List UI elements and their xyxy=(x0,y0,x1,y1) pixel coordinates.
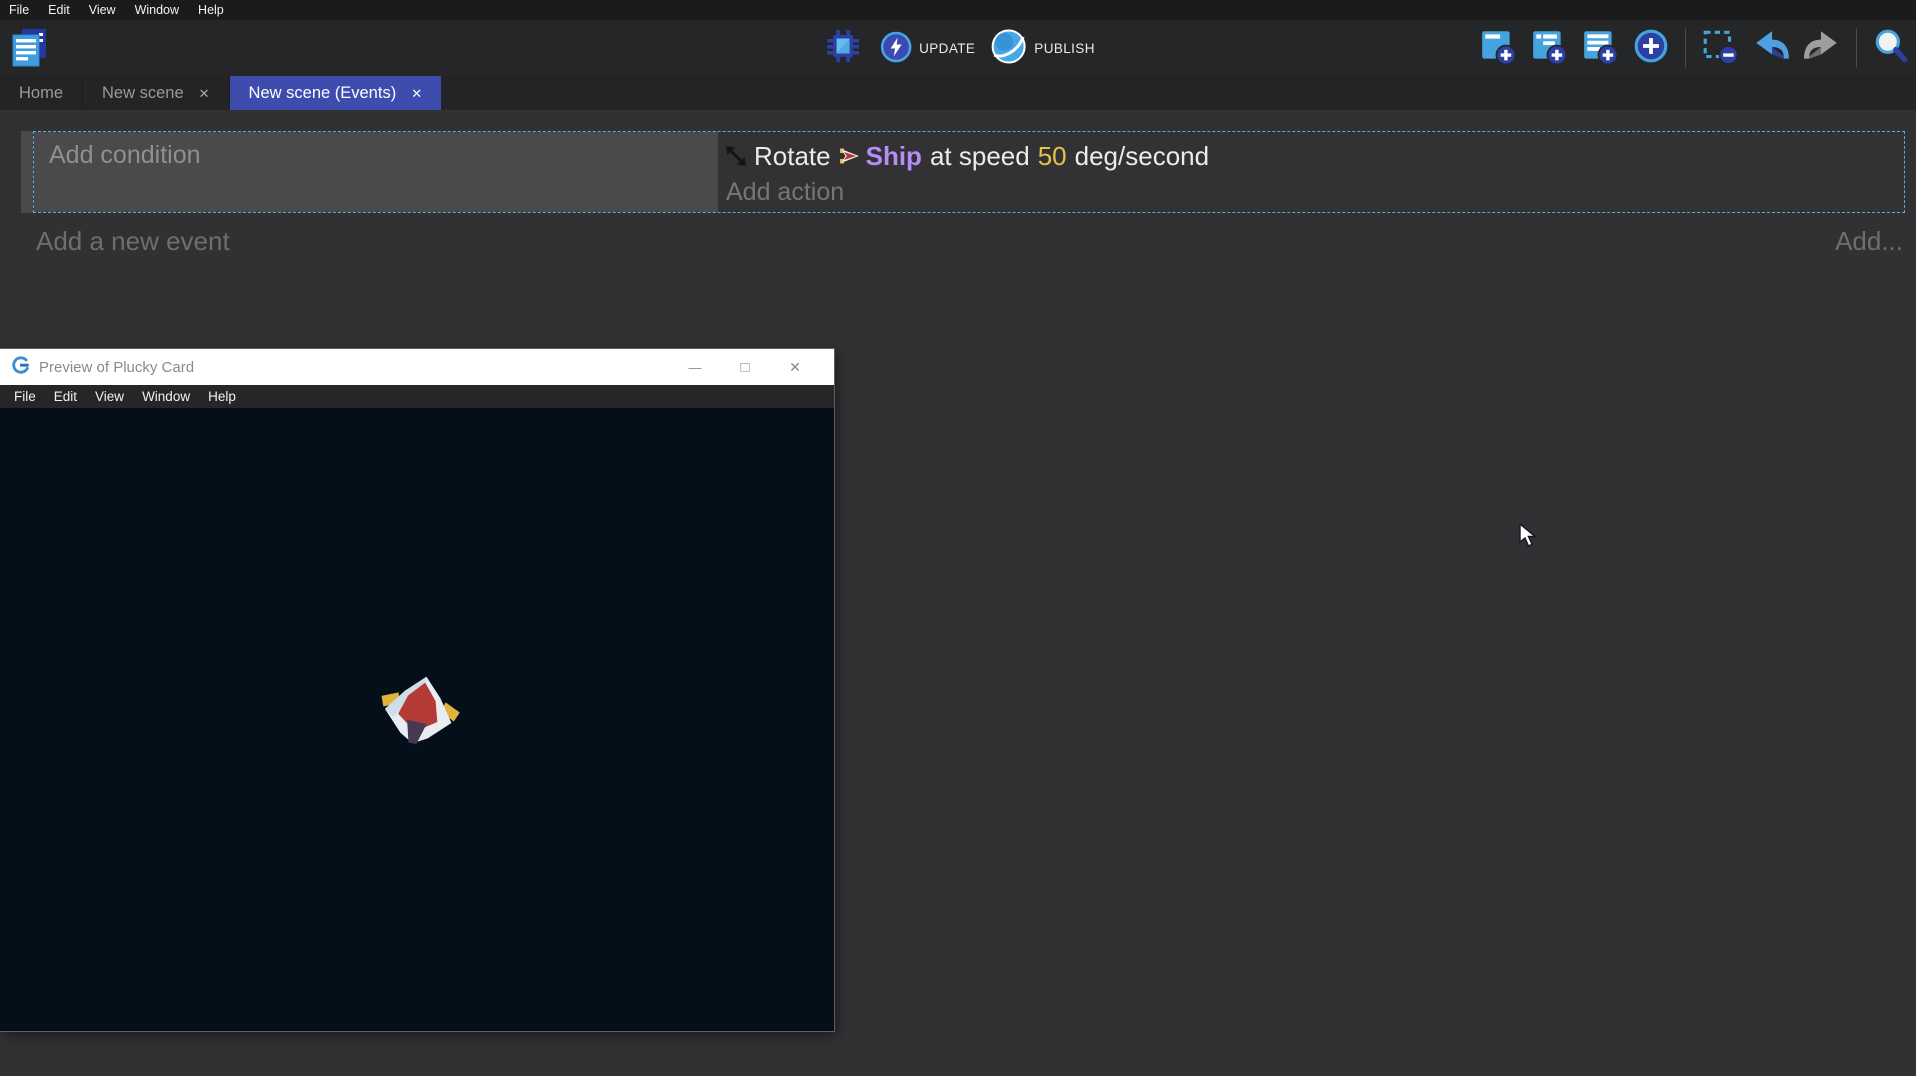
delete-selection-button[interactable] xyxy=(1698,26,1742,70)
search-events-button[interactable] xyxy=(1869,26,1913,70)
app-menubar: File Edit View Window Help xyxy=(0,0,1916,20)
maximize-button[interactable]: □ xyxy=(720,349,770,385)
toolbar-separator xyxy=(1856,28,1857,68)
publish-button[interactable]: PUBLISH xyxy=(990,28,1095,68)
action-verb: Rotate xyxy=(754,141,831,172)
window-controls: — □ ✕ xyxy=(670,349,834,385)
main-toolbar: UPDATE PUBLISH xyxy=(0,20,1916,76)
events-sheet: Add condition Rotate xyxy=(0,110,1916,1076)
undo-button[interactable] xyxy=(1749,26,1793,70)
project-manager-icon xyxy=(9,27,49,74)
toolbar-separator xyxy=(1685,28,1686,68)
add-other-event-button[interactable] xyxy=(1629,26,1673,70)
preview-menu-file[interactable]: File xyxy=(14,389,36,404)
redo-button[interactable] xyxy=(1800,26,1844,70)
game-canvas[interactable] xyxy=(0,408,834,1031)
search-icon xyxy=(1872,27,1910,70)
menu-file[interactable]: File xyxy=(9,3,29,17)
toolbar-center: UPDATE PUBLISH xyxy=(821,20,1095,76)
delete-selection-icon xyxy=(1701,27,1739,70)
preview-window: Preview of Plucky Card — □ ✕ File Edit V… xyxy=(0,349,834,1031)
action-unit: deg/second xyxy=(1075,141,1209,172)
tab-home[interactable]: Home xyxy=(0,76,83,110)
project-manager-button[interactable] xyxy=(8,27,50,71)
add-action-placeholder[interactable]: Add action xyxy=(723,178,1904,207)
close-icon[interactable]: ✕ xyxy=(411,87,422,100)
preview-menubar: File Edit View Window Help xyxy=(0,385,834,408)
tab-new-scene-events-label: New scene (Events) xyxy=(249,84,397,103)
add-circle-plus-icon xyxy=(1632,27,1670,70)
close-icon[interactable]: ✕ xyxy=(199,87,210,100)
tab-new-scene-label: New scene xyxy=(102,84,184,103)
conditions-column[interactable]: Add condition xyxy=(34,132,718,212)
ship-sprite xyxy=(373,670,465,759)
action-speed-value: 50 xyxy=(1038,141,1067,172)
action-connector: at speed xyxy=(930,141,1030,172)
debug-button[interactable] xyxy=(821,26,865,70)
rotate-action-icon xyxy=(723,143,749,169)
selected-event[interactable]: Add condition Rotate xyxy=(33,131,1905,213)
add-subevent-icon xyxy=(1530,27,1568,70)
minimize-button[interactable]: — xyxy=(670,349,720,385)
tab-new-scene-events[interactable]: New scene (Events) ✕ xyxy=(230,76,442,110)
preview-menu-view[interactable]: View xyxy=(95,389,124,404)
add-button[interactable]: Add... xyxy=(1835,226,1903,257)
add-event-icon xyxy=(1479,27,1517,70)
event-drag-handle[interactable] xyxy=(21,131,33,213)
editor-tabbar: Home New scene ✕ New scene (Events) ✕ xyxy=(0,76,1916,110)
menu-help[interactable]: Help xyxy=(198,3,224,17)
add-subevent-button[interactable] xyxy=(1527,26,1571,70)
add-comment-icon xyxy=(1581,27,1619,70)
undo-icon xyxy=(1752,27,1790,70)
add-condition-placeholder[interactable]: Add condition xyxy=(49,141,201,169)
add-comment-button[interactable] xyxy=(1578,26,1622,70)
menu-edit[interactable]: Edit xyxy=(48,3,70,17)
preview-titlebar[interactable]: Preview of Plucky Card — □ ✕ xyxy=(0,349,834,385)
tab-new-scene[interactable]: New scene ✕ xyxy=(83,76,230,110)
action-rotate-ship[interactable]: Rotate Ship at speed 50 deg/second xyxy=(723,135,1904,177)
close-button[interactable]: ✕ xyxy=(770,349,820,385)
add-new-event-placeholder[interactable]: Add a new event xyxy=(36,226,230,257)
tab-home-label: Home xyxy=(19,84,63,103)
debug-chip-icon xyxy=(825,28,861,69)
gdevelop-logo-icon xyxy=(12,356,30,379)
redo-icon xyxy=(1803,27,1841,70)
add-event-button[interactable] xyxy=(1476,26,1520,70)
actions-column: Rotate Ship at speed 50 deg/second xyxy=(718,132,1904,212)
publish-planet-icon xyxy=(990,28,1027,68)
event-row: Add condition Rotate xyxy=(21,131,1905,213)
update-button-label: UPDATE xyxy=(919,41,975,56)
update-button[interactable]: UPDATE xyxy=(880,31,975,66)
preview-window-title: Preview of Plucky Card xyxy=(39,359,661,376)
action-object-name: Ship xyxy=(866,141,922,172)
preview-menu-window[interactable]: Window xyxy=(142,389,190,404)
update-lightning-icon xyxy=(880,31,912,66)
toolbar-right xyxy=(1476,20,1913,76)
publish-button-label: PUBLISH xyxy=(1034,41,1095,56)
ship-object-icon xyxy=(839,145,861,167)
preview-menu-help[interactable]: Help xyxy=(208,389,236,404)
preview-menu-edit[interactable]: Edit xyxy=(54,389,77,404)
menu-window[interactable]: Window xyxy=(135,3,179,17)
menu-view[interactable]: View xyxy=(89,3,116,17)
add-event-line: Add a new event Add... xyxy=(36,226,1903,257)
